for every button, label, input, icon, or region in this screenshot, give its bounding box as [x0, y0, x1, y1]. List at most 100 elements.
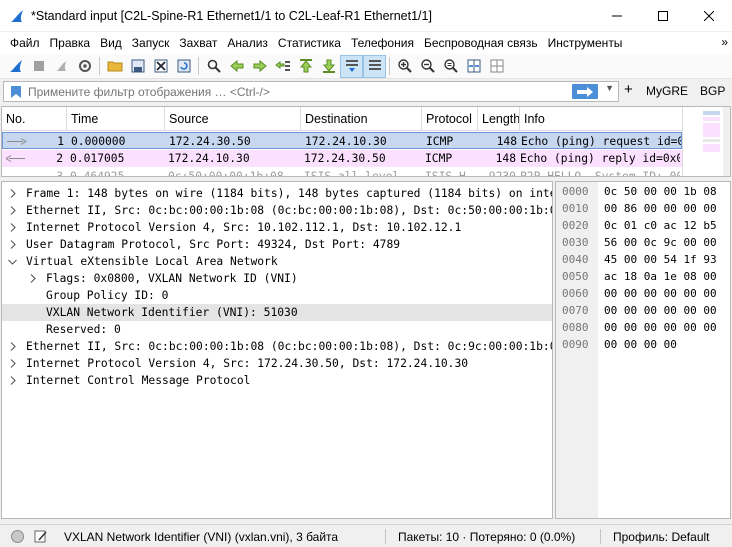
close-button[interactable] — [686, 0, 732, 31]
chevron-right-icon[interactable] — [28, 270, 38, 287]
column-header-source[interactable]: Source — [165, 107, 301, 131]
menu-tools[interactable]: Инструменты — [544, 36, 627, 50]
bytes-row[interactable]: 0030 56 00 0c 9c 00 00 — [556, 236, 730, 250]
restart-capture-button[interactable] — [50, 55, 73, 78]
chevron-right-icon[interactable] — [8, 185, 18, 202]
detail-text: Internet Control Message Protocol — [26, 374, 251, 387]
comment-edit-icon[interactable] — [33, 529, 48, 544]
zoom-reset-button[interactable] — [439, 55, 462, 78]
chevron-right-icon[interactable] — [8, 338, 18, 355]
filter-button-mygre[interactable]: MyGRE — [646, 84, 688, 98]
layout-button[interactable] — [485, 55, 508, 78]
bookmark-icon[interactable] — [8, 84, 24, 100]
bytes-offset: 0040 — [562, 253, 589, 266]
packet-info: Echo (ping) reply id=0x0 — [520, 152, 680, 165]
bytes-hex: ac 18 0a 1e 08 00 — [604, 270, 717, 283]
column-header-destination[interactable]: Destination — [301, 107, 422, 131]
bytes-row[interactable]: 0020 0c 01 c0 ac 12 b5 — [556, 219, 730, 233]
column-header-no[interactable]: No. — [2, 107, 67, 131]
go-back-button[interactable] — [225, 55, 248, 78]
apply-filter-button[interactable] — [572, 84, 598, 99]
add-filter-button[interactable]: + — [624, 81, 633, 98]
column-header-length[interactable]: Length — [478, 107, 520, 131]
bytes-row[interactable]: 0070 00 00 00 00 00 00 — [556, 304, 730, 318]
last-packet-button[interactable] — [317, 55, 340, 78]
packet-list-minimap[interactable] — [682, 107, 730, 176]
save-file-button[interactable] — [126, 55, 149, 78]
status-profile[interactable]: Профиль: Default — [613, 530, 710, 544]
status-separator — [385, 529, 386, 544]
go-to-packet-button[interactable] — [271, 55, 294, 78]
minimap-mark — [703, 123, 720, 137]
chevron-right-icon[interactable] — [8, 202, 18, 219]
autoscroll-button[interactable] — [340, 54, 363, 78]
zoom-in-button[interactable] — [393, 55, 416, 78]
detail-row-frame[interactable]: Frame 1: 148 bytes on wire (1184 bits), … — [2, 185, 552, 202]
menu-file[interactable]: Файл — [6, 36, 44, 50]
menu-capture[interactable]: Захват — [175, 36, 221, 50]
detail-row-inner-ipv4[interactable]: Internet Protocol Version 4, Src: 172.24… — [2, 355, 552, 372]
packet-list-header: No. Time Source Destination Protocol Len… — [2, 107, 682, 131]
column-header-protocol[interactable]: Protocol — [422, 107, 478, 131]
menu-statistics[interactable]: Статистика — [274, 36, 345, 50]
menu-wireless[interactable]: Беспроводная связь — [420, 36, 542, 50]
chevron-right-icon[interactable] — [8, 355, 18, 372]
go-forward-button[interactable] — [248, 55, 271, 78]
detail-row-inner-ethernet[interactable]: Ethernet II, Src: 0c:bc:00:00:1b:08 (0c:… — [2, 338, 552, 355]
detail-text: Ethernet II, Src: 0c:bc:00:00:1b:08 (0c:… — [26, 340, 552, 353]
stop-capture-button[interactable] — [27, 55, 50, 78]
resize-columns-button[interactable] — [462, 55, 485, 78]
detail-row-group-policy[interactable]: Group Policy ID: 0 — [2, 287, 552, 304]
packet-list-scrollbar[interactable] — [723, 107, 730, 176]
packet-source: 172.24.30.50 — [169, 135, 251, 148]
toolbar-separator — [389, 57, 390, 75]
chevron-right-icon[interactable] — [8, 219, 18, 236]
menu-overflow-button[interactable]: » — [721, 35, 728, 49]
close-file-button[interactable] — [149, 55, 172, 78]
menu-go[interactable]: Запуск — [128, 36, 174, 50]
detail-text: Ethernet II, Src: 0c:bc:00:00:1b:08 (0c:… — [26, 204, 552, 217]
chevron-down-icon[interactable] — [7, 253, 17, 270]
bytes-row[interactable]: 0050 ac 18 0a 1e 08 00 — [556, 270, 730, 284]
packet-row[interactable]: 3 0.464925 0c:50:00:00:1b:08 ISIS-all-le… — [2, 168, 682, 176]
packet-row[interactable]: 1 0.000000 172.24.30.50 172.24.10.30 ICM… — [2, 132, 682, 149]
colorize-button[interactable] — [363, 54, 386, 78]
detail-row-vxlan-flags[interactable]: Flags: 0x0800, VXLAN Network ID (VNI) — [2, 270, 552, 287]
filter-button-bgp[interactable]: BGP — [700, 84, 725, 98]
display-filter-input[interactable] — [28, 84, 568, 99]
detail-row-ipv4[interactable]: Internet Protocol Version 4, Src: 10.102… — [2, 219, 552, 236]
column-header-time[interactable]: Time — [67, 107, 165, 131]
filter-history-dropdown[interactable]: ▼ — [605, 83, 614, 93]
menu-telephony[interactable]: Телефония — [347, 36, 418, 50]
menu-analyze[interactable]: Анализ — [223, 36, 272, 50]
bytes-row[interactable]: 0040 45 00 00 54 1f 93 — [556, 253, 730, 267]
bytes-row[interactable]: 0000 0c 50 00 00 1b 08 — [556, 185, 730, 199]
capture-options-button[interactable] — [73, 55, 96, 78]
detail-text: VXLAN Network Identifier (VNI): 51030 — [46, 306, 298, 319]
detail-row-icmp[interactable]: Internet Control Message Protocol — [2, 372, 552, 389]
bytes-row[interactable]: 0010 00 86 00 00 00 00 — [556, 202, 730, 216]
bytes-row[interactable]: 0060 00 00 00 00 00 00 — [556, 287, 730, 301]
reload-file-button[interactable] — [172, 55, 195, 78]
minimize-button[interactable] — [594, 0, 640, 31]
open-file-button[interactable] — [103, 55, 126, 78]
maximize-button[interactable] — [640, 0, 686, 31]
expert-info-icon[interactable] — [10, 529, 25, 544]
detail-row-vxlan[interactable]: Virtual eXtensible Local Area Network — [2, 253, 552, 270]
detail-row-udp[interactable]: User Datagram Protocol, Src Port: 49324,… — [2, 236, 552, 253]
chevron-right-icon[interactable] — [8, 372, 18, 389]
chevron-right-icon[interactable] — [8, 236, 18, 253]
bytes-row[interactable]: 0080 00 00 00 00 00 00 — [556, 321, 730, 335]
first-packet-button[interactable] — [294, 55, 317, 78]
menu-edit[interactable]: Правка — [46, 36, 95, 50]
start-capture-button[interactable] — [4, 55, 27, 78]
detail-row-ethernet[interactable]: Ethernet II, Src: 0c:bc:00:00:1b:08 (0c:… — [2, 202, 552, 219]
menu-view[interactable]: Вид — [96, 36, 126, 50]
column-header-info[interactable]: Info — [520, 107, 682, 131]
zoom-out-button[interactable] — [416, 55, 439, 78]
packet-row[interactable]: 2 0.017005 172.24.10.30 172.24.30.50 ICM… — [2, 150, 682, 167]
bytes-row[interactable]: 0090 00 00 00 00 — [556, 338, 730, 352]
detail-row-vni[interactable]: VXLAN Network Identifier (VNI): 51030 — [2, 304, 552, 321]
find-packet-button[interactable] — [202, 55, 225, 78]
detail-row-reserved[interactable]: Reserved: 0 — [2, 321, 552, 338]
